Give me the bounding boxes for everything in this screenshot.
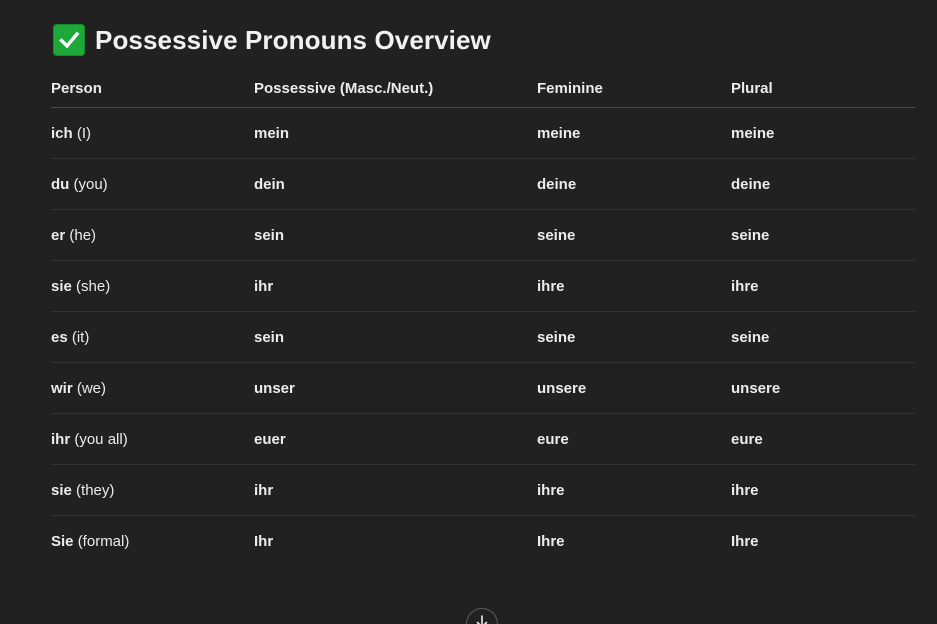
cell-person: er (he) [51,209,254,261]
person-pronoun: Sie [51,532,74,550]
cell-plural: unsere [731,362,915,414]
cell-feminine: deine [537,158,731,210]
cell-possessive: mein [254,107,537,159]
cell-possessive: sein [254,311,537,363]
table-row: Sie (formal) Ihr Ihre Ihre [51,516,915,567]
cell-feminine: ihre [537,464,731,516]
table-body: ich (I) mein meine meine du (you) dein deine de… [51,107,915,567]
cell-feminine: seine [537,311,731,363]
person-translation: (she) [76,277,111,295]
cell-feminine: eure [537,413,731,465]
person-translation: (I) [76,124,92,142]
person-translation: (you) [73,175,108,193]
cell-plural: deine [731,158,915,210]
table-row: du (you) dein deine deine [51,158,915,210]
chat-message-content: Possessive Pronouns Overview Person Poss… [0,0,937,624]
column-header-feminine: Feminine [537,70,731,108]
person-pronoun: sie [51,277,72,295]
cell-plural: seine [731,311,915,363]
cell-feminine: ihre [537,260,731,312]
cell-feminine: seine [537,209,731,261]
cell-plural: Ihre [731,532,759,550]
person-pronoun: wir [51,379,73,397]
cell-feminine: Ihre [537,532,565,550]
cell-possessive: Ihr [254,532,274,550]
person-translation: (it) [71,328,90,346]
cell-plural: ihre [731,260,915,312]
cell-possessive: euer [254,413,537,465]
cell-person: ich (I) [51,107,254,159]
person-pronoun: es [51,328,68,346]
person-translation: (they) [76,481,115,499]
person-pronoun: ihr [51,430,71,448]
person-pronoun: sie [51,481,72,499]
cell-possessive: dein [254,158,537,210]
person-translation: (formal) [77,532,130,550]
arrow-down-icon [476,615,488,624]
person-pronoun: er [51,226,66,244]
person-pronoun: du [51,175,70,193]
person-pronoun: ich [51,124,73,142]
cell-plural: seine [731,209,915,261]
column-header-possessive: Possessive (Masc./Neut.) [254,70,537,108]
cell-plural: eure [731,413,915,465]
table-header-row: Person Possessive (Masc./Neut.) Feminine… [51,70,915,108]
cell-person: ihr (you all) [51,413,254,465]
table-row: ihr (you all) euer eure eure [51,413,915,465]
person-translation: (we) [76,379,107,397]
cell-person: sie (she) [51,260,254,312]
cell-person: du (you) [51,158,254,210]
cell-possessive: ihr [254,260,537,312]
check-mark-icon [53,24,85,56]
heading-title: Possessive Pronouns Overview [95,24,491,55]
cell-person: wir (we) [51,362,254,414]
table-row: ich (I) mein meine meine [51,107,915,159]
table-row: es (it) sein seine seine [51,311,915,363]
table-row: wir (we) unser unsere unsere [51,362,915,414]
cell-possessive: ihr [254,464,537,516]
person-translation: (he) [69,226,97,244]
table-row: sie (they) ihr ihre ihre [51,464,915,516]
cell-person: es (it) [51,311,254,363]
column-header-person: Person [51,70,254,108]
person-translation: (you all) [74,430,128,448]
column-header-plural: Plural [731,70,915,108]
cell-person: sie (they) [51,464,254,516]
cell-plural: meine [731,107,915,159]
cell-plural: ihre [731,464,915,516]
cell-person: Sie (formal) [51,516,254,567]
possessive-pronouns-table: Person Possessive (Masc./Neut.) Feminine… [51,70,915,566]
section-heading: Possessive Pronouns Overview [53,24,491,56]
scroll-to-bottom-button[interactable] [466,608,498,624]
cell-possessive: unser [254,362,537,414]
table-row: er (he) sein seine seine [51,209,915,261]
cell-feminine: meine [537,107,731,159]
cell-possessive: sein [254,209,537,261]
table-row: sie (she) ihr ihre ihre [51,260,915,312]
cell-feminine: unsere [537,362,731,414]
